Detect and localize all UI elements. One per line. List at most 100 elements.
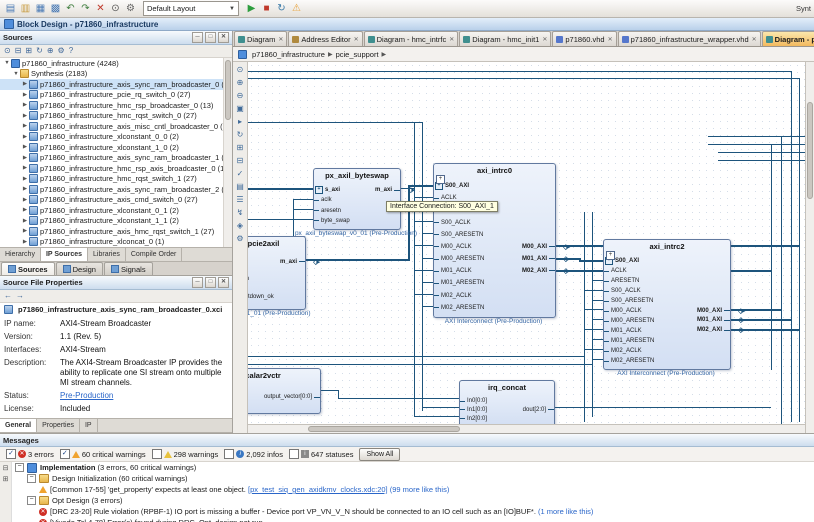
close-tab-icon[interactable]: ✕ — [449, 36, 454, 43]
regenerate-layout-icon[interactable]: ↻ — [234, 129, 246, 140]
collapse-all-icon[interactable]: ⊟ — [15, 46, 22, 56]
wire[interactable] — [708, 136, 805, 137]
port-dout[2:0][interactable]: dout[2:0] — [460, 406, 554, 414]
wire[interactable] — [553, 407, 771, 408]
wire[interactable] — [248, 364, 592, 365]
caret-collapsed-icon[interactable]: ▶ — [21, 155, 29, 161]
doc-tab-address-editor[interactable]: Address Editor✕ — [288, 31, 362, 46]
help-icon[interactable]: ? — [69, 46, 73, 56]
wire[interactable] — [414, 270, 433, 271]
wire[interactable] — [304, 259, 408, 261]
port-S00_ACLK[interactable]: S00_ACLK — [604, 287, 730, 295]
wire[interactable] — [584, 349, 603, 350]
port-In0[0:0][interactable]: In0[0:0] — [460, 397, 554, 405]
tree-item[interactable]: ▶p71860_infrastructure_axis_cmd_switch_0… — [0, 195, 232, 206]
port-ARESETN[interactable]: ARESETN — [604, 277, 730, 285]
message-row[interactable]: −Opt Design (3 errors) — [13, 495, 814, 506]
message-row[interactable]: [Common 17-55] 'get_property' expects at… — [13, 484, 814, 495]
scrollbar-thumb[interactable] — [225, 60, 231, 120]
port-M02_ARESETN[interactable]: M02_ARESETN — [604, 357, 730, 365]
wire[interactable] — [319, 390, 338, 391]
wire[interactable] — [799, 78, 800, 422]
new-file-icon[interactable]: ▤ — [3, 2, 18, 16]
port-M02_ACLK[interactable]: M02_ACLK — [604, 347, 730, 355]
breadcrumb-root[interactable]: p71860_infrastructure — [252, 50, 325, 59]
caret-collapsed-icon[interactable]: ▶ — [21, 81, 29, 87]
tab-hierarchy[interactable]: Hierarchy — [0, 248, 41, 261]
vertical-scrollbar[interactable] — [805, 62, 814, 433]
panel-tab-sources[interactable]: Sources — [1, 262, 55, 275]
scrollbar-thumb[interactable] — [807, 102, 813, 199]
close-tab-icon[interactable]: ✕ — [354, 36, 359, 43]
tree-item[interactable]: ▶p71860_infrastructure_xlconstant_1_0 (2… — [0, 142, 232, 153]
tree-item[interactable]: ▶p71860_infrastructure_pcie_rq_switch_0 … — [0, 90, 232, 101]
tree-item[interactable]: ▶p71860_infrastructure_xlconcat_0 (1) — [0, 237, 232, 248]
port-M01_ARESETN[interactable]: M01_ARESETN — [604, 337, 730, 345]
layout-select[interactable]: Default Layout ▼ — [143, 1, 239, 16]
checkbox-info[interactable] — [224, 449, 234, 459]
filter-info[interactable]: i2,092 infos — [224, 449, 283, 459]
collapse-icon[interactable]: ⊟ — [234, 155, 246, 166]
caret-collapsed-icon[interactable]: ▶ — [21, 186, 29, 192]
tab-properties[interactable]: Properties — [37, 419, 80, 432]
doc-tab-p71860-infrastructure-wrapper-vhd[interactable]: p71860_infrastructure_wrapper.vhd✕ — [618, 31, 761, 46]
checkbox-status[interactable] — [289, 449, 299, 459]
caret-expanded-icon[interactable]: ▼ — [3, 60, 11, 66]
expand-block-icon[interactable]: + — [606, 251, 615, 260]
caret-collapsed-icon[interactable]: ▶ — [21, 144, 29, 150]
panel-tab-signals[interactable]: Signals — [104, 262, 153, 275]
settings-icon[interactable]: ⚙ — [58, 46, 65, 56]
search-icon[interactable]: ⊙ — [4, 46, 11, 56]
wire[interactable] — [584, 290, 603, 291]
wire[interactable] — [718, 160, 805, 161]
undo-icon[interactable]: ↶ — [63, 2, 78, 16]
tab-general[interactable]: General — [0, 419, 37, 432]
port-M00_AXI[interactable]: M00_AXI◇▸ — [434, 243, 555, 251]
wire[interactable] — [248, 122, 422, 123]
port-m_axi[interactable]: m_axi◇▸ — [314, 186, 400, 194]
message-row[interactable]: ✕[DRC 23-20] Rule violation (RPBF-1) IO … — [13, 506, 814, 517]
tree-item[interactable]: ▶p71860_infrastructure_axis_hmc_rqst_swi… — [0, 226, 232, 237]
tree-item[interactable]: ▶p71860_infrastructure_hmc_rqst_switch_1… — [0, 174, 232, 185]
tree-item[interactable]: ▶p71860_infrastructure_hmc_rqst_switch_0… — [0, 111, 232, 122]
collapse-node-icon[interactable]: − — [27, 474, 36, 483]
validate-design-icon[interactable]: ✓ — [234, 168, 246, 179]
caret-collapsed-icon[interactable]: ▶ — [21, 239, 29, 245]
close-tab-icon[interactable]: ✕ — [608, 36, 613, 43]
block-irq_concat[interactable]: irq_concatIn0[0:0]In1[0:0]In2[0:0]dout[2… — [459, 380, 555, 424]
wire[interactable] — [414, 245, 433, 246]
tree-item[interactable]: ▶p71860_infrastructure_xlconstant_0_1 (2… — [0, 205, 232, 216]
port-In2[0:0][interactable]: In2[0:0] — [460, 415, 554, 423]
wire[interactable] — [584, 309, 603, 310]
message-row[interactable]: −Design Initialization (60 critical warn… — [13, 473, 814, 484]
wire[interactable] — [248, 356, 584, 357]
wire[interactable] — [781, 136, 782, 424]
tree-item[interactable]: ▶p71860_infrastructure_axis_misc_cntl_br… — [0, 121, 232, 132]
settings-icon[interactable]: ⚙ — [123, 2, 138, 16]
port-ACLK[interactable]: ACLK — [604, 267, 730, 275]
port-aresetn[interactable]: aresetn — [248, 275, 305, 283]
float-icon[interactable]: □ — [205, 32, 216, 43]
port-M02_AXI[interactable]: M02_AXI◇▸ — [604, 326, 730, 334]
block-px_axil_byteswap[interactable]: px_axil_byteswap+s_axiaclkaresetnbyte_sw… — [313, 168, 401, 230]
filter-critical[interactable]: ✓60 critical warnings — [60, 449, 146, 459]
wire[interactable] — [414, 294, 433, 295]
filter-status[interactable]: i647 statuses — [289, 449, 354, 459]
block-axi_intrc0[interactable]: axi_intrc0++S00_AXIACLKARESETNS00_ACLKS0… — [433, 163, 556, 318]
caret-collapsed-icon[interactable]: ▶ — [21, 197, 29, 203]
tree-item[interactable]: ▶p71860_infrastructure_axis_sync_ram_bro… — [0, 184, 232, 195]
search-icon[interactable]: ⊙ — [108, 2, 123, 16]
caret-collapsed-icon[interactable]: ▶ — [21, 176, 29, 182]
wire[interactable] — [414, 416, 459, 417]
caret-collapsed-icon[interactable]: ▶ — [21, 102, 29, 108]
save-icon[interactable]: ▦ — [33, 2, 48, 16]
close-tab-icon[interactable]: ✕ — [752, 36, 757, 43]
delete-icon[interactable]: ✕ — [93, 2, 108, 16]
wire[interactable] — [293, 209, 313, 210]
settings-icon[interactable]: ⚙ — [234, 233, 246, 244]
horizontal-scrollbar[interactable] — [248, 424, 805, 433]
port-M02_ACLK[interactable]: M02_ACLK — [434, 292, 555, 300]
wire[interactable] — [579, 260, 603, 262]
wire[interactable] — [718, 152, 805, 153]
wire[interactable] — [592, 339, 603, 340]
